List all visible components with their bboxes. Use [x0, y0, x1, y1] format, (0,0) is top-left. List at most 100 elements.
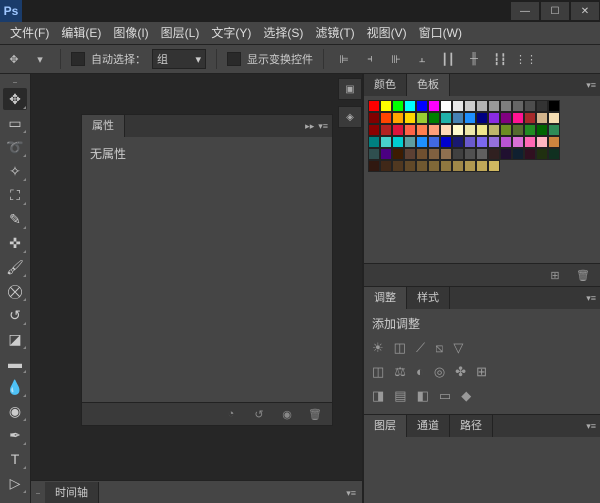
menu-window[interactable]: 窗口(W): [413, 22, 468, 44]
timeline-handle[interactable]: [31, 489, 45, 497]
swatch[interactable]: [368, 148, 380, 160]
swatch[interactable]: [464, 148, 476, 160]
swatch[interactable]: [416, 148, 428, 160]
swatch[interactable]: [452, 124, 464, 136]
swatch[interactable]: [548, 136, 560, 148]
menu-filter[interactable]: 滤镜(T): [309, 22, 360, 44]
menu-image[interactable]: 图像(I): [107, 22, 154, 44]
swatch[interactable]: [452, 100, 464, 112]
swatch[interactable]: [404, 160, 416, 172]
swatch[interactable]: [416, 112, 428, 124]
healing-brush-tool[interactable]: ✜: [3, 232, 27, 254]
swatch[interactable]: [392, 112, 404, 124]
color-balance-icon[interactable]: ⚖: [394, 364, 406, 380]
swatch[interactable]: [488, 148, 500, 160]
swatch[interactable]: [440, 136, 452, 148]
tab-properties[interactable]: 属性: [82, 115, 125, 137]
swatch[interactable]: [440, 124, 452, 136]
swatch[interactable]: [464, 112, 476, 124]
swatch[interactable]: [536, 148, 548, 160]
tab-channels[interactable]: 通道: [407, 415, 450, 437]
brightness-contrast-icon[interactable]: ☀: [372, 340, 384, 356]
delete-adjustment-icon[interactable]: 🗑: [306, 406, 324, 422]
levels-icon[interactable]: ◫: [394, 340, 406, 356]
swatch[interactable]: [512, 112, 524, 124]
tab-timeline[interactable]: 时间轴: [45, 482, 99, 503]
black-white-icon[interactable]: ◐: [416, 364, 424, 380]
swatch[interactable]: [428, 136, 440, 148]
reset-icon[interactable]: ↺: [250, 406, 268, 422]
eraser-tool[interactable]: ◪: [3, 328, 27, 350]
swatch[interactable]: [380, 148, 392, 160]
swatch[interactable]: [416, 100, 428, 112]
layers-menu-icon[interactable]: ▾≡: [586, 421, 596, 432]
swatch[interactable]: [380, 112, 392, 124]
swatch[interactable]: [392, 100, 404, 112]
swatch[interactable]: [512, 148, 524, 160]
swatch[interactable]: [452, 136, 464, 148]
move-tool[interactable]: ✥: [3, 88, 27, 110]
type-tool[interactable]: T: [3, 448, 27, 470]
tool-preset-dropdown[interactable]: ▾: [30, 49, 50, 69]
tools-handle[interactable]: [2, 78, 28, 86]
swatch[interactable]: [404, 136, 416, 148]
threshold-icon[interactable]: ◧: [417, 388, 429, 404]
color-lookup-icon[interactable]: ⊞: [476, 364, 487, 380]
swatch[interactable]: [440, 160, 452, 172]
hue-saturation-icon[interactable]: ◫: [372, 364, 384, 380]
crop-tool[interactable]: ⛶: [3, 184, 27, 206]
swatch[interactable]: [404, 112, 416, 124]
swatch[interactable]: [368, 112, 380, 124]
blur-tool[interactable]: 💧: [3, 376, 27, 398]
lasso-tool[interactable]: ➰: [3, 136, 27, 158]
tab-adjustments[interactable]: 调整: [364, 287, 407, 309]
delete-swatch-icon[interactable]: 🗑: [574, 267, 592, 283]
new-swatch-icon[interactable]: ⊞: [546, 267, 564, 283]
swatch[interactable]: [500, 148, 512, 160]
swatch[interactable]: [548, 148, 560, 160]
swatch[interactable]: [476, 136, 488, 148]
swatch[interactable]: [488, 112, 500, 124]
swatch[interactable]: [428, 148, 440, 160]
tab-paths[interactable]: 路径: [450, 415, 493, 437]
swatch[interactable]: [428, 124, 440, 136]
swatch[interactable]: [512, 124, 524, 136]
menu-layer[interactable]: 图层(L): [155, 22, 206, 44]
swatch[interactable]: [476, 100, 488, 112]
swatch[interactable]: [548, 100, 560, 112]
swatch[interactable]: [500, 100, 512, 112]
swatch[interactable]: [416, 160, 428, 172]
vibrance-icon[interactable]: ▽: [453, 340, 463, 356]
swatch[interactable]: [488, 160, 500, 172]
swatch[interactable]: [368, 100, 380, 112]
auto-select-checkbox[interactable]: [71, 52, 85, 66]
clone-stamp-tool[interactable]: ⛒: [3, 280, 27, 302]
swatch[interactable]: [524, 124, 536, 136]
gradient-map-icon[interactable]: ▭: [439, 388, 451, 404]
posterize-icon[interactable]: ▤: [394, 388, 406, 404]
panel-collapse-icon[interactable]: ▸▸: [305, 121, 314, 132]
swatch[interactable]: [380, 160, 392, 172]
swatch[interactable]: [440, 112, 452, 124]
swatch[interactable]: [464, 100, 476, 112]
swatch[interactable]: [368, 124, 380, 136]
selective-color-icon[interactable]: ◆: [461, 388, 471, 404]
pen-tool[interactable]: ✒: [3, 424, 27, 446]
distribute-right-icon[interactable]: ┇┇: [490, 49, 510, 69]
swatch[interactable]: [404, 148, 416, 160]
path-selection-tool[interactable]: ▷: [3, 472, 27, 494]
tab-layers[interactable]: 图层: [364, 415, 407, 437]
swatch[interactable]: [512, 136, 524, 148]
swatch[interactable]: [416, 136, 428, 148]
distribute-left-icon[interactable]: ┃┃: [438, 49, 458, 69]
swatch[interactable]: [476, 112, 488, 124]
swatch[interactable]: [476, 124, 488, 136]
tab-styles[interactable]: 样式: [407, 287, 450, 309]
swatch[interactable]: [428, 100, 440, 112]
exposure-icon[interactable]: ⧅: [435, 340, 443, 356]
brush-tool[interactable]: 🖌: [3, 256, 27, 278]
magic-wand-tool[interactable]: ✧: [3, 160, 27, 182]
swatch[interactable]: [500, 124, 512, 136]
menu-file[interactable]: 文件(F): [4, 22, 55, 44]
swatch[interactable]: [452, 160, 464, 172]
